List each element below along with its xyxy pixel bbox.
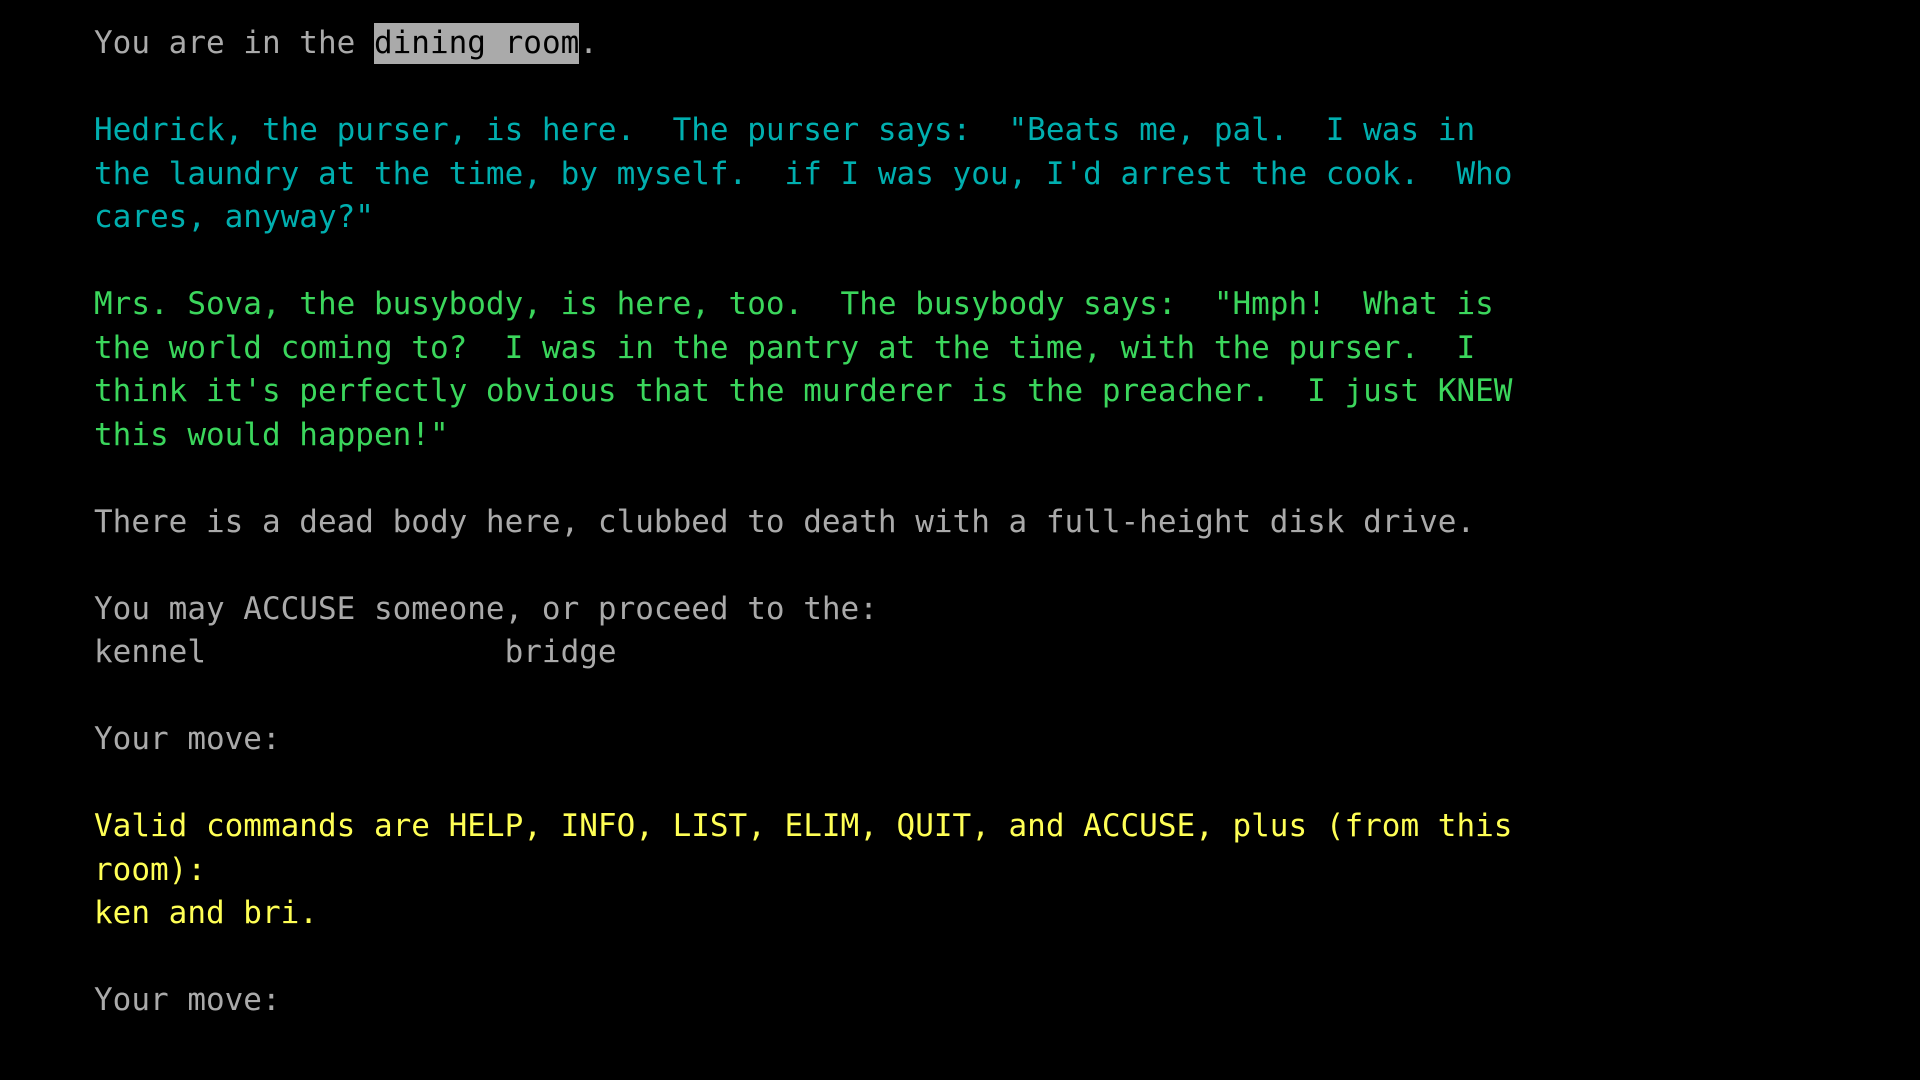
help-line-3: ken and bri. <box>94 895 318 931</box>
dead-body-line: There is a dead body here, clubbed to de… <box>94 503 1476 540</box>
move-prompt-1[interactable]: Your move: <box>94 718 1894 762</box>
busybody-line-1: Mrs. Sova, the busybody, is here, too. T… <box>94 286 1494 322</box>
location-line: You are in the dining room. <box>94 22 1894 66</box>
purser-line-1: Hedrick, the purser, is here. The purser… <box>94 112 1476 148</box>
busybody-line-4: this would happen!" <box>94 416 449 453</box>
location-prefix: You are in the <box>94 25 374 61</box>
purser-line-3: cares, anyway?" <box>94 199 374 235</box>
move-prompt-2[interactable]: Your move: <box>94 979 1894 1023</box>
location-suffix: . <box>579 25 598 61</box>
purser-line-2: the laundry at the time, by myself. if I… <box>94 155 1513 192</box>
help-line-1: Valid commands are HELP, INFO, LIST, ELI… <box>94 808 1513 844</box>
accuse-prompt: You may ACCUSE someone, or proceed to th… <box>94 590 878 627</box>
terminal-output: You are in the dining room. Hedrick, the… <box>94 22 1894 1023</box>
busybody-line-2: the world coming to? I was in the pantry… <box>94 329 1476 366</box>
terminal-screen: You are in the dining room. Hedrick, the… <box>0 0 1920 1080</box>
exits-line: kennel bridge <box>94 634 617 670</box>
busybody-line-3: think it's perfectly obvious that the mu… <box>94 373 1513 409</box>
help-line-2: room): <box>94 851 206 888</box>
room-name-highlight: dining room <box>373 23 580 64</box>
